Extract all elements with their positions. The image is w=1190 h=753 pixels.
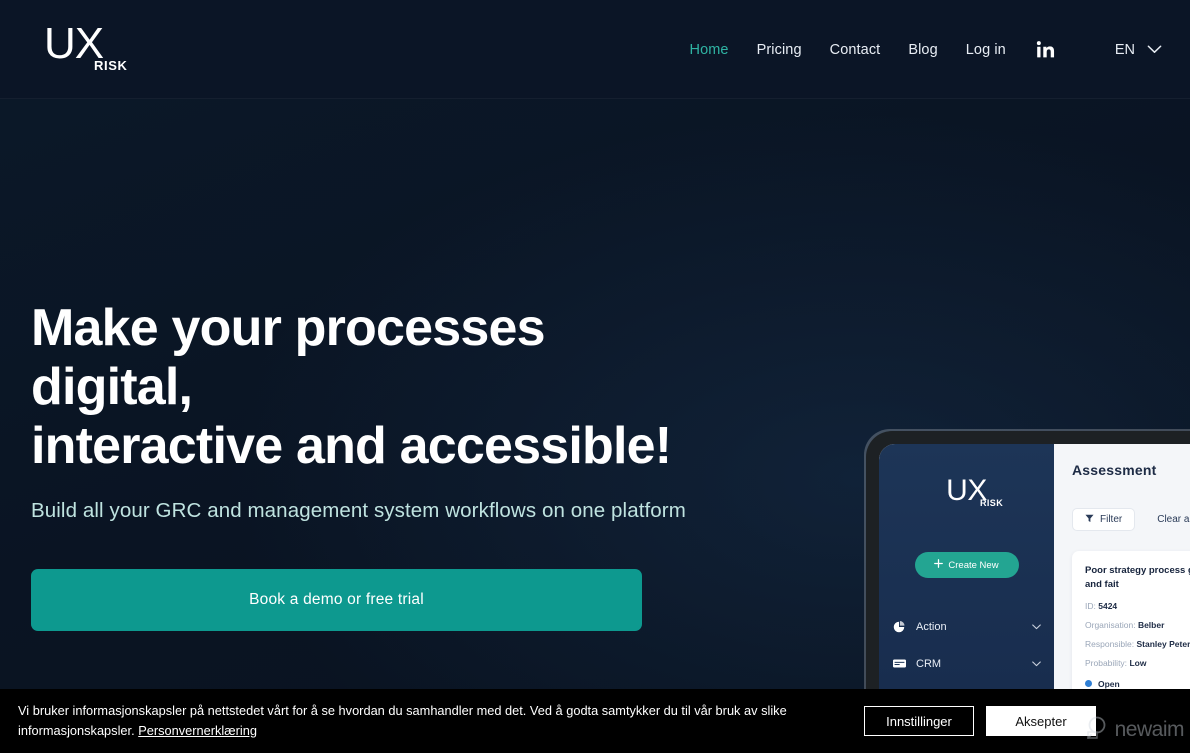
app-logo-secondary: RISK xyxy=(980,498,1004,508)
pie-chart-icon xyxy=(892,620,906,633)
site-header: UX RISK Home Pricing Contact Blog Log in… xyxy=(0,0,1190,99)
privacy-policy-link[interactable]: Personvernerklæring xyxy=(138,723,257,738)
headline-line-1: Make your processes digital, xyxy=(31,299,546,416)
nav-item-login[interactable]: Log in xyxy=(952,36,1020,64)
logo-secondary-text: RISK xyxy=(94,58,128,73)
sidebar-item-label: CRM xyxy=(916,657,942,670)
linkedin-icon[interactable] xyxy=(1020,34,1067,65)
nav-item-home[interactable]: Home xyxy=(676,36,743,64)
assessment-card-organisation: Organisation: Belber xyxy=(1085,620,1190,630)
cookie-banner-actions: Innstillinger Aksepter xyxy=(864,706,1172,736)
page-title: Make your processes digital, interactive… xyxy=(31,299,691,475)
assessment-card[interactable]: Poor strategy process gi lack of directi… xyxy=(1072,551,1190,701)
probability-label: Probability: xyxy=(1085,657,1128,668)
book-demo-button[interactable]: Book a demo or free trial xyxy=(31,569,642,632)
language-selector[interactable]: EN xyxy=(1115,41,1162,59)
assessment-card-id: ID: 5424 xyxy=(1085,601,1190,611)
assessment-card-responsible: Responsible: Stanley Peterso xyxy=(1085,639,1190,649)
language-code: EN xyxy=(1114,41,1135,58)
chevron-down-icon xyxy=(1147,41,1162,59)
site-logo[interactable]: UX RISK xyxy=(44,22,164,80)
organisation-value: Belber xyxy=(1137,619,1165,630)
cookie-message: Vi bruker informasjonskapsler på nettste… xyxy=(18,703,787,738)
hero-section: Make your processes digital, interactive… xyxy=(0,99,1190,753)
id-value: 5424 xyxy=(1098,600,1118,611)
nav-item-blog[interactable]: Blog xyxy=(894,36,951,64)
hero-subheadline: Build all your GRC and management system… xyxy=(31,499,686,523)
id-label: ID: xyxy=(1085,600,1096,611)
sidebar-item-label: Action xyxy=(916,620,947,633)
clear-all-button[interactable]: Clear all xyxy=(1144,508,1190,531)
chevron-down-icon xyxy=(1032,658,1041,670)
sidebar-item-action[interactable]: Action xyxy=(879,608,1054,645)
card-icon xyxy=(892,658,906,669)
hero-copy: Make your processes digital, interactive… xyxy=(31,299,691,632)
nav-item-contact[interactable]: Contact xyxy=(816,36,895,64)
create-new-button[interactable]: Create New xyxy=(914,552,1019,578)
chevron-down-icon xyxy=(1032,621,1041,633)
app-page-title: Assessment xyxy=(1072,462,1157,478)
status-dot-icon xyxy=(1085,680,1092,688)
cookie-settings-button[interactable]: Innstillinger xyxy=(864,706,974,736)
filter-label: Filter xyxy=(1100,514,1123,525)
create-new-label: Create New xyxy=(948,559,999,571)
app-toolbar: Filter Clear all xyxy=(1072,508,1190,531)
responsible-value: Stanley Peterso xyxy=(1136,638,1190,649)
organisation-label: Organisation: xyxy=(1085,619,1136,630)
cookie-accept-button[interactable]: Aksepter xyxy=(986,706,1096,736)
headline-line-2: interactive and accessible! xyxy=(31,416,672,475)
status-label: Open xyxy=(1098,678,1120,689)
app-logo: UX RISK xyxy=(879,474,1054,530)
landing-page: UX RISK Home Pricing Contact Blog Log in… xyxy=(0,0,1190,753)
nav-item-pricing[interactable]: Pricing xyxy=(743,36,816,64)
assessment-card-title: Poor strategy process gi lack of directi… xyxy=(1085,565,1190,590)
main-navigation: Home Pricing Contact Blog Log in EN xyxy=(676,0,1162,99)
plus-icon xyxy=(934,559,944,571)
cookie-banner-text: Vi bruker informasjonskapsler på nettste… xyxy=(18,701,828,741)
assessment-card-probability: Probability: Low xyxy=(1085,658,1190,668)
cookie-consent-banner: Vi bruker informasjonskapsler på nettste… xyxy=(0,689,1190,753)
probability-value: Low xyxy=(1129,657,1147,668)
status-badge: Open xyxy=(1085,679,1190,689)
responsible-label: Responsible: xyxy=(1085,638,1135,649)
sidebar-item-crm[interactable]: CRM xyxy=(879,645,1054,682)
filter-button[interactable]: Filter xyxy=(1072,508,1136,531)
funnel-icon xyxy=(1085,514,1094,526)
